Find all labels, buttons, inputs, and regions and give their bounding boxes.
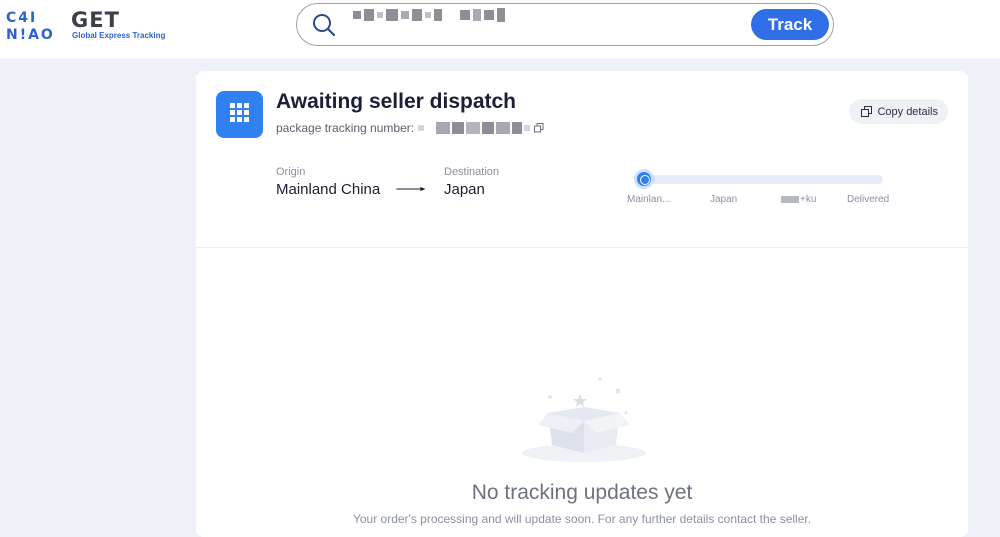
- stage-label-destination: Japan: [710, 194, 738, 205]
- package-grid-icon: [216, 91, 263, 138]
- status-title: Awaiting seller dispatch: [276, 90, 517, 113]
- tracking-card: Awaiting seller dispatch package trackin…: [196, 71, 968, 537]
- redacted-text: [781, 195, 799, 203]
- route-arrow-icon: [396, 187, 426, 191]
- search-icon: [313, 14, 336, 37]
- empty-state-subtitle: Your order's processing and will update …: [352, 512, 812, 526]
- tracking-number-value: [418, 122, 531, 134]
- destination-value: Japan: [444, 181, 485, 198]
- get-logo-text: GET: [71, 8, 120, 32]
- origin-value: Mainland China: [276, 181, 381, 198]
- destination-label: Destination: [444, 166, 500, 178]
- svg-text:N!AO: N!AO: [6, 27, 55, 42]
- stage-label-origin: Mainlan...: [627, 194, 671, 205]
- stage-label-delivered: Delivered: [847, 194, 890, 205]
- copy-icon: [861, 106, 873, 117]
- cainiao-logo-mark: C4I N!AO: [6, 10, 55, 43]
- tracking-number-label: package tracking number:: [276, 121, 415, 135]
- search-input[interactable]: [353, 6, 505, 24]
- top-header: C4I N!AO GET Global Express Tracking Tra…: [0, 0, 1000, 58]
- origin-label: Origin: [276, 166, 306, 178]
- track-button[interactable]: Track: [751, 9, 829, 40]
- tracking-search-bar[interactable]: Track: [296, 3, 834, 46]
- logo-tagline: Global Express Tracking: [72, 31, 166, 40]
- section-divider: [196, 247, 968, 248]
- stage-label-city-text: +ku: [800, 194, 817, 205]
- empty-box-illustration: [522, 377, 646, 462]
- copy-details-button[interactable]: Copy details: [849, 99, 948, 124]
- current-stage-marker: [634, 169, 654, 189]
- copy-details-label: Copy details: [877, 105, 938, 118]
- svg-text:C4I: C4I: [6, 10, 37, 26]
- tracking-number-row: package tracking number:: [276, 121, 544, 135]
- progress-track: [637, 175, 883, 184]
- copy-number-icon[interactable]: [534, 123, 544, 133]
- cainiao-logo[interactable]: C4I N!AO: [6, 8, 66, 43]
- stage-label-city: +ku: [781, 194, 816, 205]
- empty-state-title: No tracking updates yet: [471, 481, 693, 504]
